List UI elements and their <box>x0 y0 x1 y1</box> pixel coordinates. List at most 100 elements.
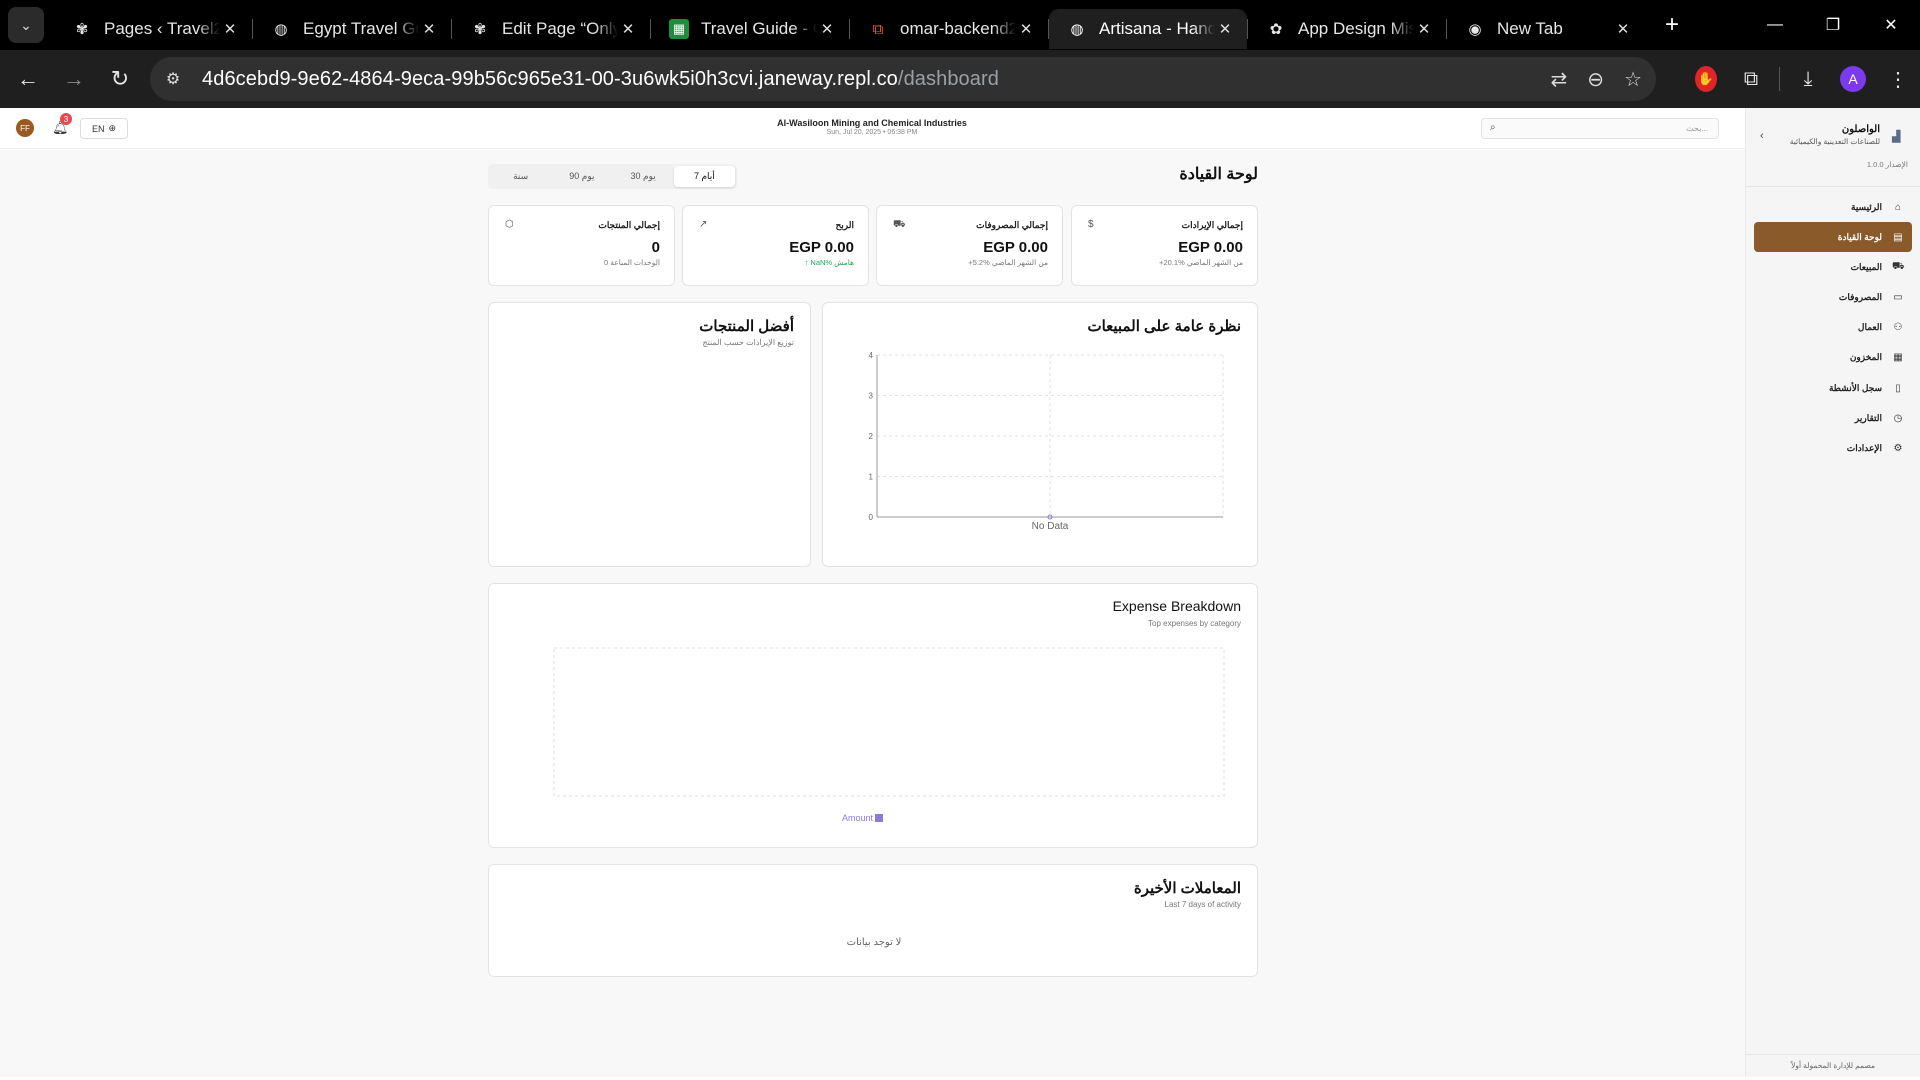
forward-button[interactable]: → <box>56 61 92 97</box>
minimize-button[interactable]: — <box>1746 0 1804 50</box>
sidebar-item[interactable]: العمال ⚇ <box>1754 313 1912 343</box>
sidebar-item[interactable]: الإعدادات ⚙ <box>1754 434 1912 464</box>
browser-tab[interactable]: ◍ Egypt Travel Guid✕ <box>253 9 451 49</box>
stat-card: الربح ↗ EGP 0.00 ↑ NaN% هامش <box>682 205 869 286</box>
browser-tab[interactable]: ◍ Artisana - Hando ✕ <box>1049 9 1247 49</box>
tab-close-button[interactable]: ✕ <box>817 20 837 38</box>
sidebar-item[interactable]: الرئيسية ⌂ <box>1754 192 1912 222</box>
sidebar-brand: الواصلون للصناعات التعدينية والكيميائية <box>1790 124 1880 146</box>
sidebar-item[interactable]: المخزون ▦ <box>1754 343 1912 373</box>
clipboard-icon: ▯ <box>1895 382 1901 394</box>
tab-search-button[interactable]: ⌄ <box>8 7 44 43</box>
extension-icon[interactable]: ✋ <box>1695 66 1717 92</box>
tab-close-button[interactable]: ✕ <box>419 20 439 38</box>
user-avatar[interactable]: FF <box>16 119 34 137</box>
stat-label: الربح <box>835 220 854 230</box>
chevron-left-icon[interactable]: ‹ <box>1760 130 1764 142</box>
omnibox-actions: ⇄ ⊖ ☆ <box>1551 57 1642 101</box>
stat-value: EGP 0.00 <box>789 239 854 256</box>
period-option[interactable]: 7 أيام <box>673 166 735 187</box>
tab-close-button[interactable]: ✕ <box>1215 20 1235 38</box>
stat-subtext: +20.1% من الشهر الماضي <box>1159 258 1243 267</box>
address-bar[interactable]: ⚙ 4d6cebd9-9e62-4864-9eca-99b56c965e31-0… <box>150 57 1656 101</box>
sidebar-item-label: العمال <box>1857 322 1882 333</box>
legend-swatch-amount <box>875 814 884 822</box>
sidebar-item-label: التقارير <box>1854 412 1882 423</box>
stat-subtext: 0 الوحدات المباعة <box>603 258 660 267</box>
globe-icon: ⊕ <box>108 123 117 133</box>
site-info-icon[interactable]: ⚙ <box>158 64 188 94</box>
browser-tab[interactable]: ◉ New Tab ✕ <box>1447 9 1645 49</box>
gear-icon: ⚙ <box>1893 443 1903 454</box>
period-option[interactable]: سنة <box>490 166 551 187</box>
browser-tab[interactable]: ✾ Pages ‹ Travel2Eg✕ <box>54 9 252 49</box>
restore-button[interactable]: ❐ <box>1804 0 1862 50</box>
stat-card: إجمالي الإيرادات $ EGP 0.00 +20.1% من الشهر… <box>1071 205 1258 286</box>
period-option[interactable]: 90 يوم <box>551 166 612 187</box>
new-tab-button[interactable]: + <box>1655 8 1689 42</box>
page-title: لوحة القيادة <box>1179 166 1258 183</box>
browser-tab[interactable]: ▦ Travel Guide - Go✕ <box>651 9 849 49</box>
translate-icon[interactable]: ⇄ <box>1551 67 1568 92</box>
browser-tab[interactable]: ✿ App Design Misr ✕ <box>1248 9 1446 49</box>
stat-label: إجمالي المصروفات <box>976 220 1048 230</box>
sidebar-item[interactable]: التقارير ◷ <box>1754 403 1912 433</box>
sidebar: ‹ الواصلون للصناعات التعدينية والكيميائي… <box>1745 108 1920 1077</box>
reload-button[interactable]: ↻ <box>102 61 138 97</box>
sidebar-item[interactable]: لوحة القيادة ▤ <box>1754 222 1912 253</box>
tab-close-button[interactable]: ✕ <box>618 20 638 38</box>
expense-chart-legend: Amount <box>842 813 884 823</box>
app-header: FF 🔔︎ 3 EN ⊕ Al-Wasiloon Mining and Chem… <box>0 108 1745 149</box>
sidebar-item[interactable]: سجل الأنشطة ▯ <box>1754 373 1912 403</box>
sidebar-item[interactable]: المصروفات ▭ <box>1754 283 1912 313</box>
openai-icon: ✿ <box>1269 21 1283 38</box>
sheets-icon: ▦ <box>669 19 689 39</box>
profile-avatar[interactable]: A <box>1840 66 1866 92</box>
globe-icon: ◍ <box>274 21 288 38</box>
back-button[interactable]: ← <box>10 61 46 97</box>
dashboard-icon: ▤ <box>1893 231 1903 243</box>
url-text[interactable]: 4d6cebd9-9e62-4864-9eca-99b56c965e31-00-… <box>202 68 999 91</box>
tab-close-button[interactable]: ✕ <box>220 20 240 38</box>
zoom-icon[interactable]: ⊖ <box>1587 67 1604 92</box>
stat-subtext: +5.2% من الشهر الماضي <box>968 258 1048 267</box>
expense-breakdown-card: Expense Breakdown Top expenses by catego… <box>488 583 1258 848</box>
cart-icon: ⛟ <box>1892 260 1905 272</box>
language-label: EN <box>91 123 105 134</box>
tab-close-button[interactable]: ✕ <box>1414 20 1434 38</box>
close-window-button[interactable]: ✕ <box>1862 0 1920 50</box>
notification-badge: 3 <box>60 113 72 125</box>
sidebar-item-label: المصروفات <box>1838 292 1882 303</box>
arrow-left-icon: ← <box>17 66 39 91</box>
sidebar-nav: الرئيسية ⌂ لوحة القيادة ▤ المبيعات ⛟ المصروفات… <box>1754 192 1912 464</box>
period-selector: سنة 90 يوم 30 يوم 7 أيام <box>488 164 737 189</box>
legend-label-amount: Amount <box>842 813 874 823</box>
wallet-icon: ▭ <box>1893 292 1903 304</box>
sales-overview-chart: 0 1 2 3 4 No Data <box>869 351 1224 532</box>
recent-transactions-card: المعاملات الأخيرة Last 7 days of activit… <box>488 864 1258 977</box>
notifications-button[interactable]: 🔔︎ 3 <box>52 113 72 136</box>
browser-tab[interactable]: ✾ Edit Page “Only I ✕ <box>452 9 650 49</box>
company-header: Al-Wasiloon Mining and Chemical Industri… <box>700 118 1044 136</box>
language-toggle[interactable]: EN ⊕ <box>80 118 128 139</box>
search-input[interactable]: ⌕ بحث... <box>1481 118 1719 139</box>
stat-label: إجمالي الإيرادات <box>1181 220 1243 230</box>
extensions-puzzle-icon[interactable]: ⧉ <box>1729 57 1773 101</box>
brand-subtitle: للصناعات التعدينية والكيميائية <box>1789 137 1880 146</box>
stat-label: إجمالي المنتجات <box>598 220 660 230</box>
search-icon: ⌕ <box>1490 122 1496 133</box>
tab-close-button[interactable]: ✕ <box>1016 20 1036 38</box>
menu-dots-icon[interactable]: ⋮ <box>1876 57 1920 101</box>
y-tick-label: 0 <box>869 513 874 522</box>
stat-value: EGP 0.00 <box>1178 239 1243 256</box>
stat-subtext: ↑ NaN% هامش <box>804 258 854 267</box>
browser-tab[interactable]: ⧉ omar-backend2 ✕ <box>850 9 1048 49</box>
sidebar-item[interactable]: المبيعات ⛟ <box>1754 252 1912 282</box>
sales-overview-title: نظرة عامة على المبيعات <box>1087 318 1241 335</box>
period-option[interactable]: 30 يوم <box>613 166 674 187</box>
cart-icon: ⛟ <box>893 219 906 230</box>
y-tick-label: 3 <box>869 392 874 401</box>
bookmark-star-icon[interactable]: ☆ <box>1624 67 1642 92</box>
tab-close-button[interactable]: ✕ <box>1613 20 1633 38</box>
download-icon[interactable]: ⤓ <box>1786 57 1830 101</box>
